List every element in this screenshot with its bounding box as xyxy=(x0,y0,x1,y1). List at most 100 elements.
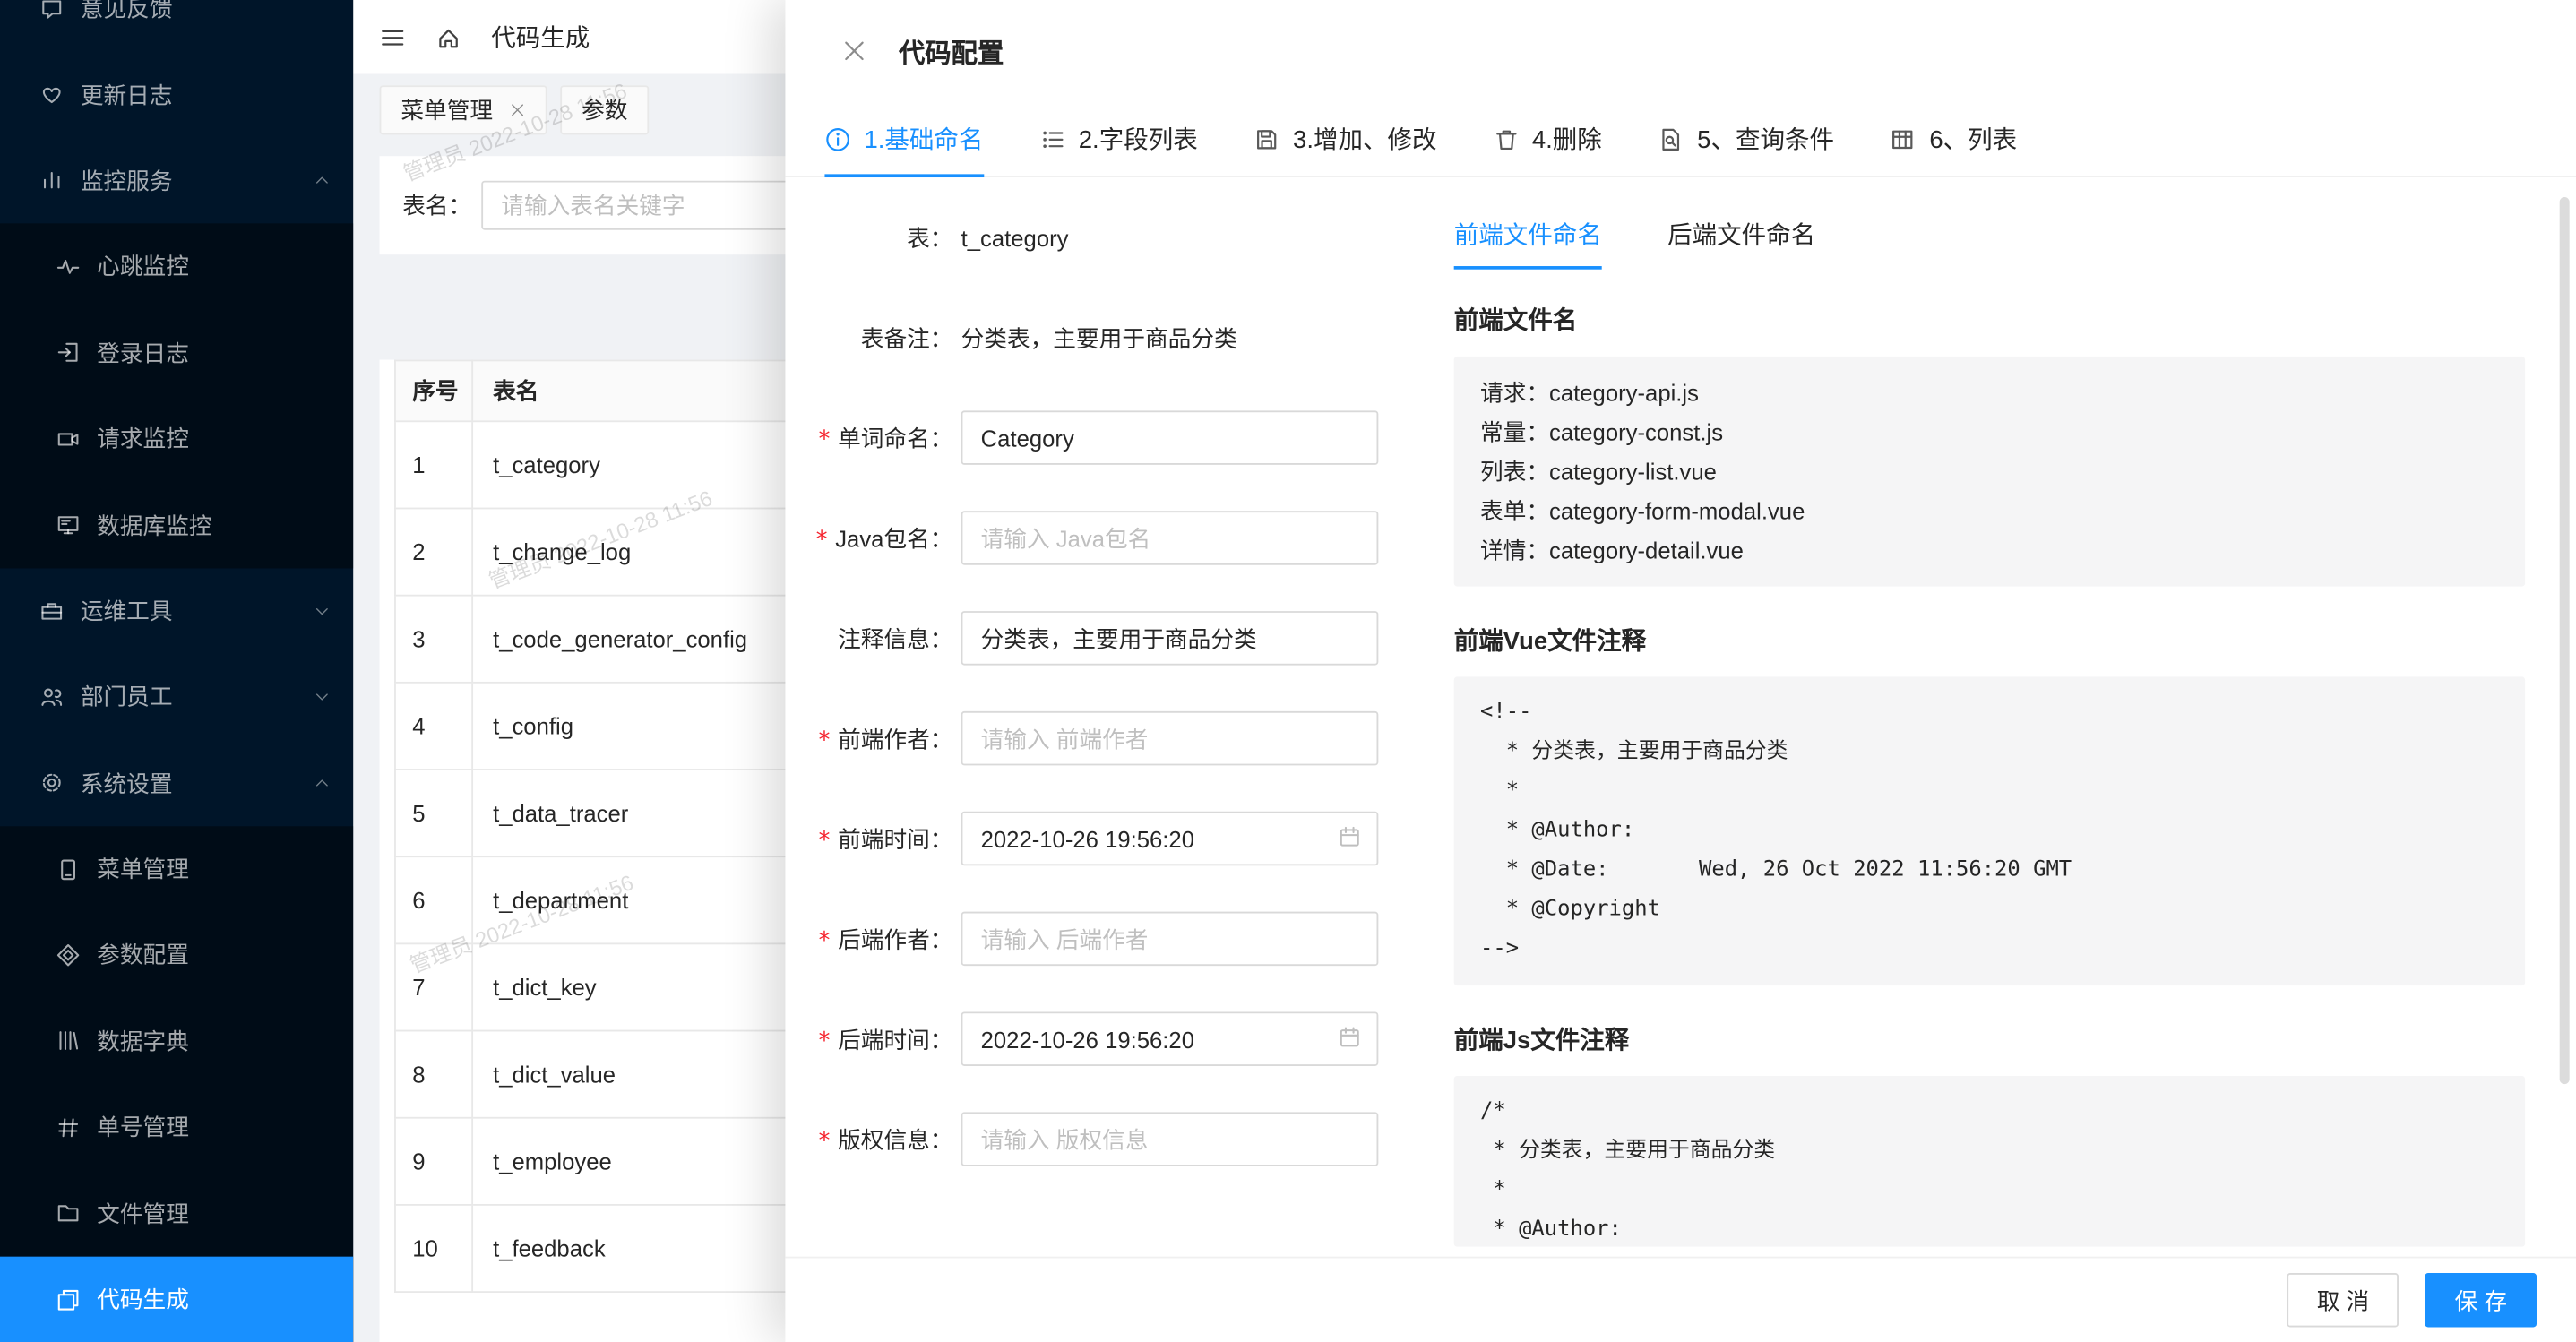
tab-backend-file-naming[interactable]: 后端文件命名 xyxy=(1667,217,1815,270)
step-field-list[interactable]: 2.字段列表 xyxy=(1039,102,1198,176)
frontend-vue-comment-box: <!-- * 分类表，主要用于商品分类 * * @Author: * @Date… xyxy=(1454,676,2525,985)
save-button[interactable]: 保 存 xyxy=(2425,1273,2537,1328)
file-naming-panel: 前端文件命名 后端文件命名 前端文件名 请求：category-api.js 常… xyxy=(1454,177,2525,1257)
backend-author-label: 后端作者： xyxy=(785,923,952,956)
word-name-input[interactable] xyxy=(961,410,1379,465)
home-icon[interactable] xyxy=(435,24,461,50)
sidebar-item-code-generator[interactable]: 代码生成 xyxy=(0,1256,353,1342)
tab-param-config[interactable]: 参数 xyxy=(560,85,649,134)
frontend-time-picker[interactable] xyxy=(961,812,1379,866)
menu-mgmt-icon xyxy=(56,856,81,882)
dict-icon xyxy=(56,1028,81,1054)
cancel-button[interactable]: 取 消 xyxy=(2287,1273,2399,1328)
sidebar-submenu-ops-tools[interactable]: 运维工具 xyxy=(0,568,353,654)
code-file-icon xyxy=(56,1287,81,1312)
backend-author-input[interactable] xyxy=(961,912,1379,967)
sidebar-item-label: 系统设置 xyxy=(81,767,173,800)
app-root: 意见反馈 更新日志 监控服务 心跳监控 登录日志 xyxy=(0,0,2576,1342)
page-title: 代码生成 xyxy=(491,20,590,55)
diamond-icon xyxy=(56,942,81,968)
step-list[interactable]: 6、列表 xyxy=(1890,102,2017,176)
comment-info-label: 注释信息： xyxy=(785,622,952,655)
sidebar-item-label: 登录日志 xyxy=(97,336,189,369)
sidebar-item-changelog[interactable]: 更新日志 xyxy=(0,52,353,138)
chevron-up-icon xyxy=(314,775,330,791)
sidebar-item-database-monitor[interactable]: 数据库监控 xyxy=(0,482,353,568)
frontend-time-label: 前端时间： xyxy=(785,822,952,856)
basic-naming-form: 表： t_category 表备注： 分类表，主要用于商品分类 单词命名： Ja… xyxy=(785,177,1453,1257)
login-icon xyxy=(56,340,81,366)
trash-icon xyxy=(1493,125,1519,151)
file-naming-tabs: 前端文件命名 后端文件命名 xyxy=(1454,217,2525,270)
table-value: t_category xyxy=(961,224,1069,250)
sidebar-submenu-system-settings[interactable]: 系统设置 xyxy=(0,740,353,826)
step-label: 1.基础命名 xyxy=(864,122,983,157)
form-row-backend-time: 后端时间： xyxy=(785,1011,1453,1066)
chevron-down-icon xyxy=(314,603,330,619)
copyright-input[interactable] xyxy=(961,1112,1379,1166)
list-icon xyxy=(1039,125,1065,151)
step-add-edit[interactable]: 3.增加、修改 xyxy=(1254,102,1436,176)
java-package-input[interactable] xyxy=(961,511,1379,565)
sidebar-item-param-config[interactable]: 参数配置 xyxy=(0,912,353,998)
feedback-icon xyxy=(39,0,65,21)
drawer-body: 表： t_category 表备注： 分类表，主要用于商品分类 单词命名： Ja… xyxy=(785,177,2576,1257)
form-row-backend-author: 后端作者： xyxy=(785,912,1453,967)
file-search-icon xyxy=(1658,125,1684,151)
sidebar: 意见反馈 更新日志 监控服务 心跳监控 登录日志 xyxy=(0,0,353,1342)
table-remark-value: 分类表，主要用于商品分类 xyxy=(961,321,1237,354)
backend-time-input[interactable] xyxy=(961,1011,1379,1066)
form-row-word-name: 单词命名： xyxy=(785,410,1453,465)
sidebar-item-heartbeat[interactable]: 心跳监控 xyxy=(0,224,353,310)
word-name-label: 单词命名： xyxy=(785,421,952,454)
tab-frontend-file-naming[interactable]: 前端文件命名 xyxy=(1454,217,1602,270)
tab-label: 参数 xyxy=(582,94,627,127)
step-label: 2.字段列表 xyxy=(1079,122,1198,157)
sidebar-item-data-dict[interactable]: 数据字典 xyxy=(0,998,353,1084)
toolbox-icon xyxy=(39,598,65,624)
tab-close-icon[interactable] xyxy=(509,102,525,118)
sidebar-item-label: 请求监控 xyxy=(97,422,189,455)
column-header-seq: 序号 xyxy=(395,360,472,421)
sidebar-item-label: 数据字典 xyxy=(97,1025,189,1058)
sidebar-item-label: 菜单管理 xyxy=(97,853,189,886)
close-icon[interactable] xyxy=(841,38,867,64)
frontend-js-comment-heading: 前端Js文件注释 xyxy=(1454,1021,2525,1056)
backend-time-picker[interactable] xyxy=(961,1011,1379,1066)
step-delete[interactable]: 4.删除 xyxy=(1493,102,1602,176)
frontend-files-box: 请求：category-api.js 常量：category-const.js … xyxy=(1454,357,2525,587)
sidebar-item-label: 心跳监控 xyxy=(97,250,189,283)
table-name-filter-input[interactable] xyxy=(481,181,834,230)
sidebar-submenu-monitoring[interactable]: 监控服务 xyxy=(0,138,353,224)
comment-info-input[interactable] xyxy=(961,611,1379,666)
frontend-files-heading: 前端文件名 xyxy=(1454,302,2525,337)
sidebar-submenu-department[interactable]: 部门员工 xyxy=(0,654,353,740)
frontend-author-label: 前端作者： xyxy=(785,722,952,755)
sidebar-item-request-monitor[interactable]: 请求监控 xyxy=(0,396,353,482)
code-config-drawer: 代码配置 1.基础命名 2.字段列表 3.增加、修改 4.删除 5、查询条件 xyxy=(785,0,2576,1342)
sidebar-item-feedback[interactable]: 意见反馈 xyxy=(0,0,353,52)
frontend-author-input[interactable] xyxy=(961,711,1379,766)
sidebar-item-label: 意见反馈 xyxy=(81,0,173,25)
step-basic-naming[interactable]: 1.基础命名 xyxy=(824,102,983,176)
sidebar-item-label: 参数配置 xyxy=(97,939,189,972)
team-icon xyxy=(39,684,65,710)
sidebar-item-file-mgmt[interactable]: 文件管理 xyxy=(0,1170,353,1256)
form-row-frontend-author: 前端作者： xyxy=(785,711,1453,766)
menu-fold-icon[interactable] xyxy=(380,24,406,50)
sidebar-item-login-log[interactable]: 登录日志 xyxy=(0,310,353,396)
form-row-remark: 表备注： 分类表，主要用于商品分类 xyxy=(785,311,1453,366)
table-name-filter-label: 表名： xyxy=(402,189,471,222)
hash-icon xyxy=(56,1115,81,1140)
frontend-time-input[interactable] xyxy=(961,812,1379,866)
heartbeat-icon xyxy=(56,254,81,280)
folder-icon xyxy=(56,1201,81,1226)
drawer-scrollbar[interactable] xyxy=(2560,197,2570,1084)
step-query-conditions[interactable]: 5、查询条件 xyxy=(1658,102,1834,176)
sidebar-item-serial-number[interactable]: 单号管理 xyxy=(0,1084,353,1170)
heart-icon xyxy=(39,82,65,108)
calendar-icon xyxy=(1338,824,1363,849)
tab-menu-mgmt[interactable]: 菜单管理 xyxy=(380,85,547,134)
drawer-footer: 取 消 保 存 xyxy=(785,1257,2576,1342)
sidebar-item-menu-mgmt[interactable]: 菜单管理 xyxy=(0,826,353,912)
